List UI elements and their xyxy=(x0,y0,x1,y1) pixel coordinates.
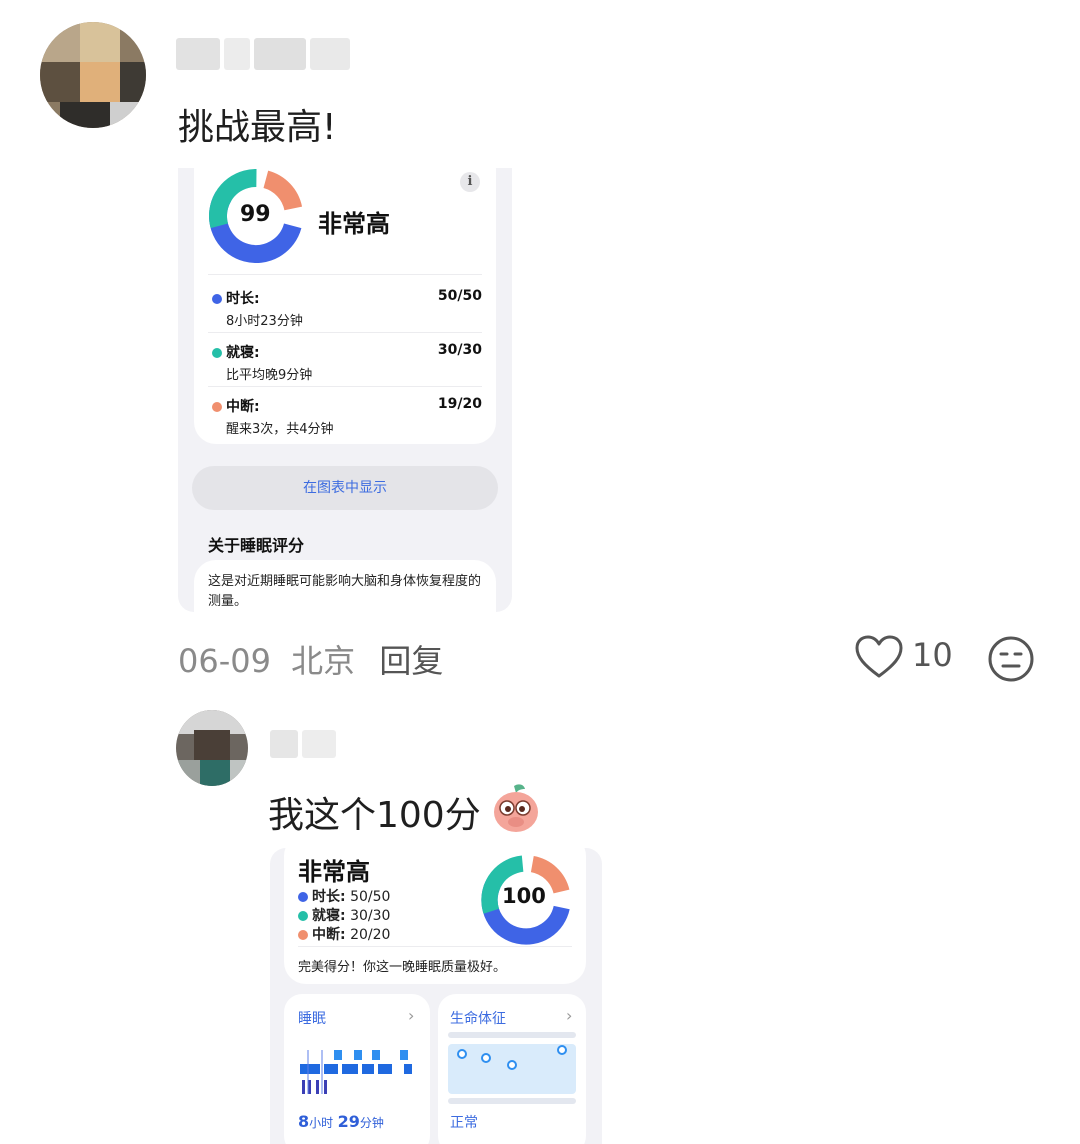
blur-block xyxy=(270,730,298,758)
row-detail: 醒来3次，共4分钟 xyxy=(226,422,334,437)
vitals-status: 正常 xyxy=(450,1115,478,1131)
interruptions-dot xyxy=(298,930,308,940)
row-score: 19/20 xyxy=(437,396,482,412)
score-row-interruptions: 中断: 醒来3次，共4分钟 19/20 xyxy=(212,388,482,442)
comment-image[interactable]: 99 非常高 i 时长: 8小时23分钟 50/50 就寝: 比平均晚9分钟 3… xyxy=(178,168,512,612)
avatar-pixel xyxy=(80,22,120,62)
like-count: 10 xyxy=(912,636,953,674)
row-label: 时长: xyxy=(212,288,260,308)
rating-title: 非常高 xyxy=(318,210,390,238)
score-row-duration: 时长: 8小时23分钟 50/50 xyxy=(212,280,482,334)
vitals-card[interactable]: 生命体征 › 正常 xyxy=(438,994,586,1144)
divider xyxy=(208,386,482,387)
comment-image[interactable]: 非常高 时长: 50/50 就寝: 30/30 中断: 20/20 100 完美… xyxy=(270,848,602,1144)
blur-block xyxy=(176,38,220,70)
avatar[interactable] xyxy=(176,710,248,786)
comment-location: 北京 xyxy=(291,642,356,680)
avatar-pixel xyxy=(40,62,80,102)
duration-dot xyxy=(212,294,222,304)
blur-block xyxy=(224,38,250,70)
row-detail: 8小时23分钟 xyxy=(226,314,303,329)
score-value: 99 xyxy=(240,202,271,227)
heart-icon[interactable] xyxy=(854,634,904,680)
row-score: 50/50 xyxy=(437,288,482,304)
sleep-summary-panel: 非常高 时长: 50/50 就寝: 30/30 中断: 20/20 100 完美… xyxy=(284,848,586,984)
comment-text: 我这个100分 xyxy=(268,795,481,836)
legend-duration: 时长: 50/50 xyxy=(298,886,390,906)
vitals-card-title: 生命体征 xyxy=(450,1011,506,1027)
bedtime-dot xyxy=(298,911,308,921)
sleep-card-title: 睡眠 xyxy=(298,1011,326,1027)
row-label: 中断: xyxy=(212,396,260,416)
about-title: 关于睡眠评分 xyxy=(208,536,305,555)
row-score: 30/30 xyxy=(437,342,482,358)
score-row-bedtime: 就寝: 比平均晚9分钟 30/30 xyxy=(212,334,482,388)
divider xyxy=(208,274,482,275)
comment-meta: 06-09 北京 回复 xyxy=(178,636,443,682)
blur-block xyxy=(302,730,336,758)
show-in-chart-button[interactable]: 在图表中显示 xyxy=(192,466,498,510)
summary-text: 完美得分！你这一晚睡眠质量极好。 xyxy=(298,960,507,975)
legend-bedtime: 就寝: 30/30 xyxy=(298,905,390,925)
blur-block xyxy=(310,38,350,70)
row-detail: 比平均晚9分钟 xyxy=(226,368,313,383)
info-icon[interactable]: i xyxy=(460,172,480,192)
reply-button[interactable]: 回复 xyxy=(379,642,443,680)
interruptions-dot xyxy=(212,402,222,412)
avatar-pixel xyxy=(60,102,110,128)
avatar-pixel xyxy=(110,102,146,128)
meh-face-icon[interactable] xyxy=(986,634,1036,684)
vitals-chart xyxy=(448,1032,576,1104)
bedtime-dot xyxy=(212,348,222,358)
divider xyxy=(298,946,572,947)
duration-dot xyxy=(298,892,308,902)
avatar-pixel xyxy=(40,22,80,62)
rating-title: 非常高 xyxy=(298,858,370,886)
row-label: 就寝: xyxy=(212,342,260,362)
avatar-pixel xyxy=(194,730,230,760)
chevron-right-icon: › xyxy=(408,1006,415,1025)
avatar-pixel xyxy=(200,760,230,786)
legend-interruptions: 中断: 20/20 xyxy=(298,924,390,944)
chevron-right-icon: › xyxy=(566,1006,573,1025)
comment-date: 06-09 xyxy=(178,642,271,680)
about-text: 这是对近期睡眠可能影响大脑和身体恢复程度的测量。 xyxy=(208,574,482,609)
username-blurred[interactable] xyxy=(270,730,340,758)
avatar-pixel xyxy=(120,62,146,102)
about-panel: 这是对近期睡眠可能影响大脑和身体恢复程度的测量。 xyxy=(194,560,496,612)
sleep-card[interactable]: 睡眠 › 8小时 29分钟 xyxy=(284,994,430,1144)
peach-emoji-icon xyxy=(494,784,538,832)
avatar-pixel xyxy=(176,760,200,786)
sleep-duration: 8小时 29分钟 xyxy=(298,1112,384,1131)
sleep-score-panel: 99 非常高 i 时长: 8小时23分钟 50/50 就寝: 比平均晚9分钟 3… xyxy=(194,168,496,444)
score-value: 100 xyxy=(502,884,546,908)
username-blurred[interactable] xyxy=(176,38,352,70)
avatar[interactable] xyxy=(40,22,146,128)
comment-text: 挑战最高! xyxy=(178,107,337,148)
avatar-pixel xyxy=(80,62,120,102)
divider xyxy=(208,332,482,333)
avatar-pixel xyxy=(230,760,248,786)
sleep-stage-chart xyxy=(300,1050,412,1094)
blur-block xyxy=(254,38,306,70)
